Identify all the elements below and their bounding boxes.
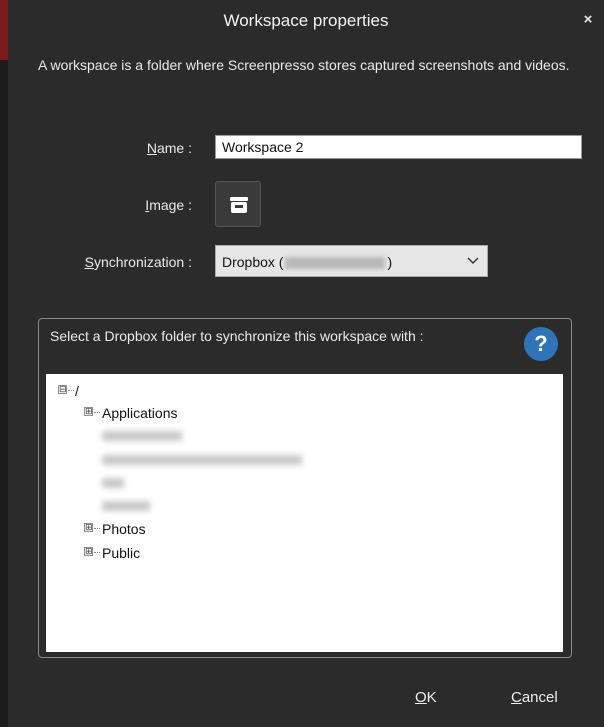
title-bar[interactable]: Workspace properties ×	[8, 0, 604, 44]
workspace-properties-dialog: Workspace properties × A workspace is a …	[0, 0, 604, 727]
tree-root[interactable]: ⊟ /	[52, 382, 112, 400]
tree-item-redacted[interactable]	[84, 452, 324, 470]
tree-root-label[interactable]: /	[75, 383, 79, 399]
image-picker-button[interactable]	[215, 181, 261, 227]
redacted-folder-name	[102, 431, 182, 441]
tree-connector	[94, 552, 100, 553]
expand-icon[interactable]: ⊞	[84, 547, 93, 556]
redacted-folder-name	[102, 455, 302, 465]
tree-item-label[interactable]: Public	[102, 545, 140, 561]
tree-connector	[94, 528, 100, 529]
tree-item-redacted[interactable]	[84, 498, 284, 516]
name-input[interactable]	[215, 135, 582, 159]
name-label: Name :	[146, 140, 192, 156]
synchronization-value: Dropbox ()	[222, 254, 393, 270]
synchronization-label: Synchronization :	[84, 254, 192, 270]
tree-item-photos[interactable]: ⊞ Photos	[84, 520, 284, 538]
dropbox-group-label: Select a Dropbox folder to synchronize t…	[50, 328, 424, 344]
redacted-folder-name	[102, 478, 124, 488]
description-text: A workspace is a folder where Screenpres…	[38, 57, 570, 73]
tree-item-redacted[interactable]	[84, 475, 284, 493]
expand-icon[interactable]: ⊞	[84, 407, 93, 416]
ok-button[interactable]: OK	[415, 689, 437, 706]
dropbox-folder-group: Select a Dropbox folder to synchronize t…	[38, 318, 572, 658]
tree-connector	[68, 390, 74, 391]
collapse-icon[interactable]: ⊟	[58, 385, 67, 394]
window-edge	[0, 0, 8, 727]
redacted-account	[285, 257, 386, 270]
synchronization-dropdown[interactable]: Dropbox ()	[215, 245, 488, 277]
chevron-down-icon	[467, 257, 479, 264]
expand-icon[interactable]: ⊞	[84, 523, 93, 532]
window-title: Workspace properties	[223, 11, 389, 30]
image-label: Image :	[145, 197, 192, 213]
cancel-button[interactable]: Cancel	[511, 689, 558, 706]
tree-item-label[interactable]: Applications	[102, 405, 178, 421]
tree-item-public[interactable]: ⊞ Public	[84, 544, 284, 562]
folder-tree[interactable]: ⊟ / ⊞ Applications ⊞ Photos ⊞ Public	[46, 374, 563, 652]
close-button[interactable]: ×	[578, 10, 598, 30]
tree-item-label[interactable]: Photos	[102, 521, 146, 537]
help-button[interactable]: ?	[524, 327, 558, 361]
edge-accent	[0, 0, 8, 60]
redacted-folder-name	[102, 501, 150, 511]
tree-item-redacted[interactable]	[84, 428, 284, 446]
tree-item-applications[interactable]: ⊞ Applications	[84, 404, 284, 422]
tray-icon	[230, 197, 248, 213]
tree-connector	[94, 412, 100, 413]
